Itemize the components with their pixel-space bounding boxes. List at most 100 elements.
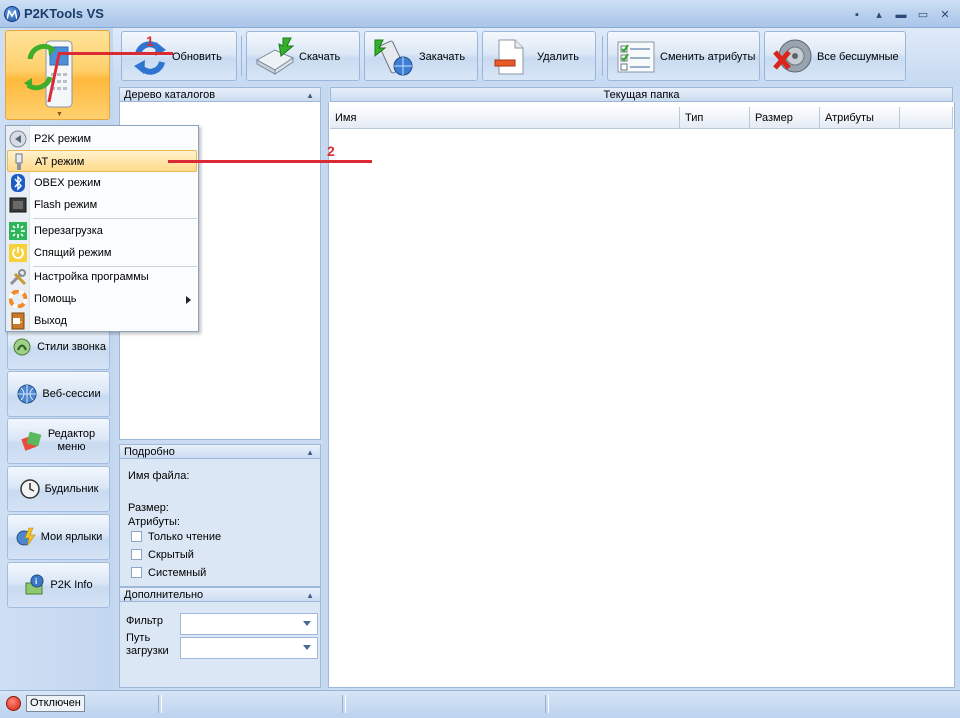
mute-all-button[interactable]: Все бесшумные — [764, 31, 906, 81]
mute-speaker-icon — [773, 39, 812, 73]
readonly-checkbox-row[interactable]: Только чтение — [131, 531, 221, 543]
menu-item-settings[interactable]: Настройка программы — [7, 266, 197, 288]
change-attributes-button[interactable]: Сменить атрибуты — [607, 31, 760, 81]
upload-button[interactable]: Закачать — [364, 31, 478, 81]
filename-label: Имя файла: — [128, 470, 190, 482]
path-label-line2: загрузки — [126, 645, 169, 657]
menu-separator — [33, 218, 197, 219]
collapse-up-icon[interactable]: ▲ — [306, 88, 314, 103]
globe-icon — [17, 384, 37, 404]
info-icon: i — [25, 574, 44, 595]
column-header-filler — [900, 107, 953, 129]
close-button[interactable]: ✕ — [934, 7, 956, 23]
menu-item-label: AT режим — [35, 156, 85, 168]
path-label-line1: Путь — [126, 632, 151, 644]
annotation-number-2: 2 — [327, 143, 335, 159]
sidebar-item-label: Стили звонка — [37, 340, 106, 353]
menu-item-sleep[interactable]: Спящий режим — [7, 242, 197, 264]
window-title: P2KTools VS — [24, 6, 104, 21]
minimize-button[interactable]: ▬ — [890, 7, 912, 23]
menu-item-p2k-mode[interactable]: P2K режим — [7, 128, 197, 150]
power-icon — [9, 244, 27, 262]
details-panel-title: Подробно — [124, 446, 175, 458]
checklist-icon — [617, 41, 655, 73]
bluetooth-icon — [11, 174, 25, 192]
annotation-line-1-horizontal — [58, 52, 173, 55]
menu-item-help[interactable]: Помощь — [7, 288, 197, 310]
readonly-checkbox[interactable] — [131, 531, 142, 542]
system-checkbox[interactable] — [131, 567, 142, 578]
filter-combo[interactable] — [180, 613, 318, 635]
chevron-down-icon[interactable] — [303, 621, 311, 626]
motorola-logo-icon — [4, 6, 20, 22]
sidebar-item-web-sessions[interactable]: Веб-сессии — [7, 371, 110, 417]
back-arrow-icon — [9, 130, 27, 148]
reboot-icon — [9, 222, 27, 240]
sidebar-item-label: Мои ярлыки — [40, 530, 103, 543]
title-bar: P2KTools VS ▪ ▴ ▬ ▭ ✕ — [0, 0, 960, 28]
sidebar-item-shortcuts[interactable]: Мои ярлыки — [7, 514, 110, 560]
chevron-down-icon[interactable] — [303, 645, 311, 650]
folder-panel-title: Текущая папка — [603, 89, 680, 101]
tree-panel-title: Дерево каталогов — [124, 89, 216, 101]
sidebar-item-alarm[interactable]: Будильник — [7, 466, 110, 512]
column-header-attributes[interactable]: Атрибуты — [820, 107, 900, 129]
column-header-name[interactable]: Имя — [330, 107, 680, 129]
sidebar-item-label: P2K Info — [50, 578, 93, 591]
delete-button[interactable]: Удалить — [482, 31, 596, 81]
hidden-checkbox[interactable] — [131, 549, 142, 560]
collapse-up-icon[interactable]: ▲ — [306, 445, 314, 460]
lifebuoy-icon — [9, 290, 27, 308]
extra-panel-title: Дополнительно — [124, 589, 204, 601]
options-icon[interactable]: ▪ — [846, 7, 868, 23]
menu-item-label: OBEX режим — [34, 177, 101, 189]
sidebar-item-label: Веб-сессии — [42, 387, 101, 400]
shortcuts-icon — [16, 527, 36, 547]
svg-text:i: i — [35, 577, 37, 586]
refresh-button[interactable]: Обновить — [121, 31, 237, 81]
refresh-label: Обновить — [172, 51, 222, 63]
upload-label: Закачать — [419, 51, 466, 63]
menu-item-flash-mode[interactable]: Flash режим — [7, 194, 197, 216]
delete-file-icon — [494, 39, 524, 75]
system-checkbox-row[interactable]: Системный — [131, 567, 206, 579]
details-panel-body: Имя файла: Размер: Атрибуты: Только чтен… — [119, 459, 321, 587]
exit-door-icon — [11, 312, 25, 330]
system-label: Системный — [148, 567, 207, 579]
sidebar-item-label: Будильник — [44, 482, 99, 495]
hidden-checkbox-row[interactable]: Скрытый — [131, 549, 194, 561]
status-separator — [342, 695, 346, 713]
filter-label: Фильтр — [126, 615, 163, 627]
download-button[interactable]: Скачать — [246, 31, 360, 81]
column-header-size[interactable]: Размер — [750, 107, 820, 129]
sidebar-item-menu-editor[interactable]: Редактор меню — [7, 418, 110, 464]
menu-item-exit[interactable]: Выход — [7, 310, 197, 332]
menu-item-label: Выход — [34, 315, 67, 327]
toolbar: Обновить Скачать Закачать Удалить Сменит… — [113, 28, 960, 86]
submenu-arrow-icon — [186, 296, 191, 304]
sidebar-item-p2k-info[interactable]: i P2K Info — [7, 562, 110, 608]
sidebar-item-label: Редактор меню — [47, 428, 96, 453]
annotation-line-2 — [168, 160, 372, 163]
chevron-down-icon: ▼ — [56, 111, 63, 118]
column-header-type[interactable]: Тип — [680, 107, 750, 129]
annotation-number-1: 1 — [146, 33, 154, 49]
maximize-button[interactable]: ▭ — [912, 7, 934, 23]
details-panel-header: Подробно ▲ — [119, 444, 321, 459]
mode-select-button[interactable]: ▼ — [5, 30, 110, 120]
toolbar-separator — [241, 36, 242, 76]
collapse-icon[interactable]: ▴ — [868, 7, 890, 23]
size-label: Размер: — [128, 502, 169, 514]
menu-item-reboot[interactable]: Перезагрузка — [7, 220, 197, 242]
collapse-up-icon[interactable]: ▲ — [306, 588, 314, 603]
file-list[interactable] — [328, 102, 955, 688]
ringtone-icon — [13, 338, 31, 356]
menu-item-obex-mode[interactable]: OBEX режим — [7, 172, 197, 194]
folder-panel-header: Текущая папка — [330, 87, 953, 102]
extra-panel-header: Дополнительно ▲ — [119, 587, 321, 602]
status-separator — [158, 695, 162, 713]
readonly-label: Только чтение — [148, 531, 222, 543]
status-separator — [545, 695, 549, 713]
download-path-combo[interactable] — [180, 637, 318, 659]
delete-label: Удалить — [537, 51, 579, 63]
